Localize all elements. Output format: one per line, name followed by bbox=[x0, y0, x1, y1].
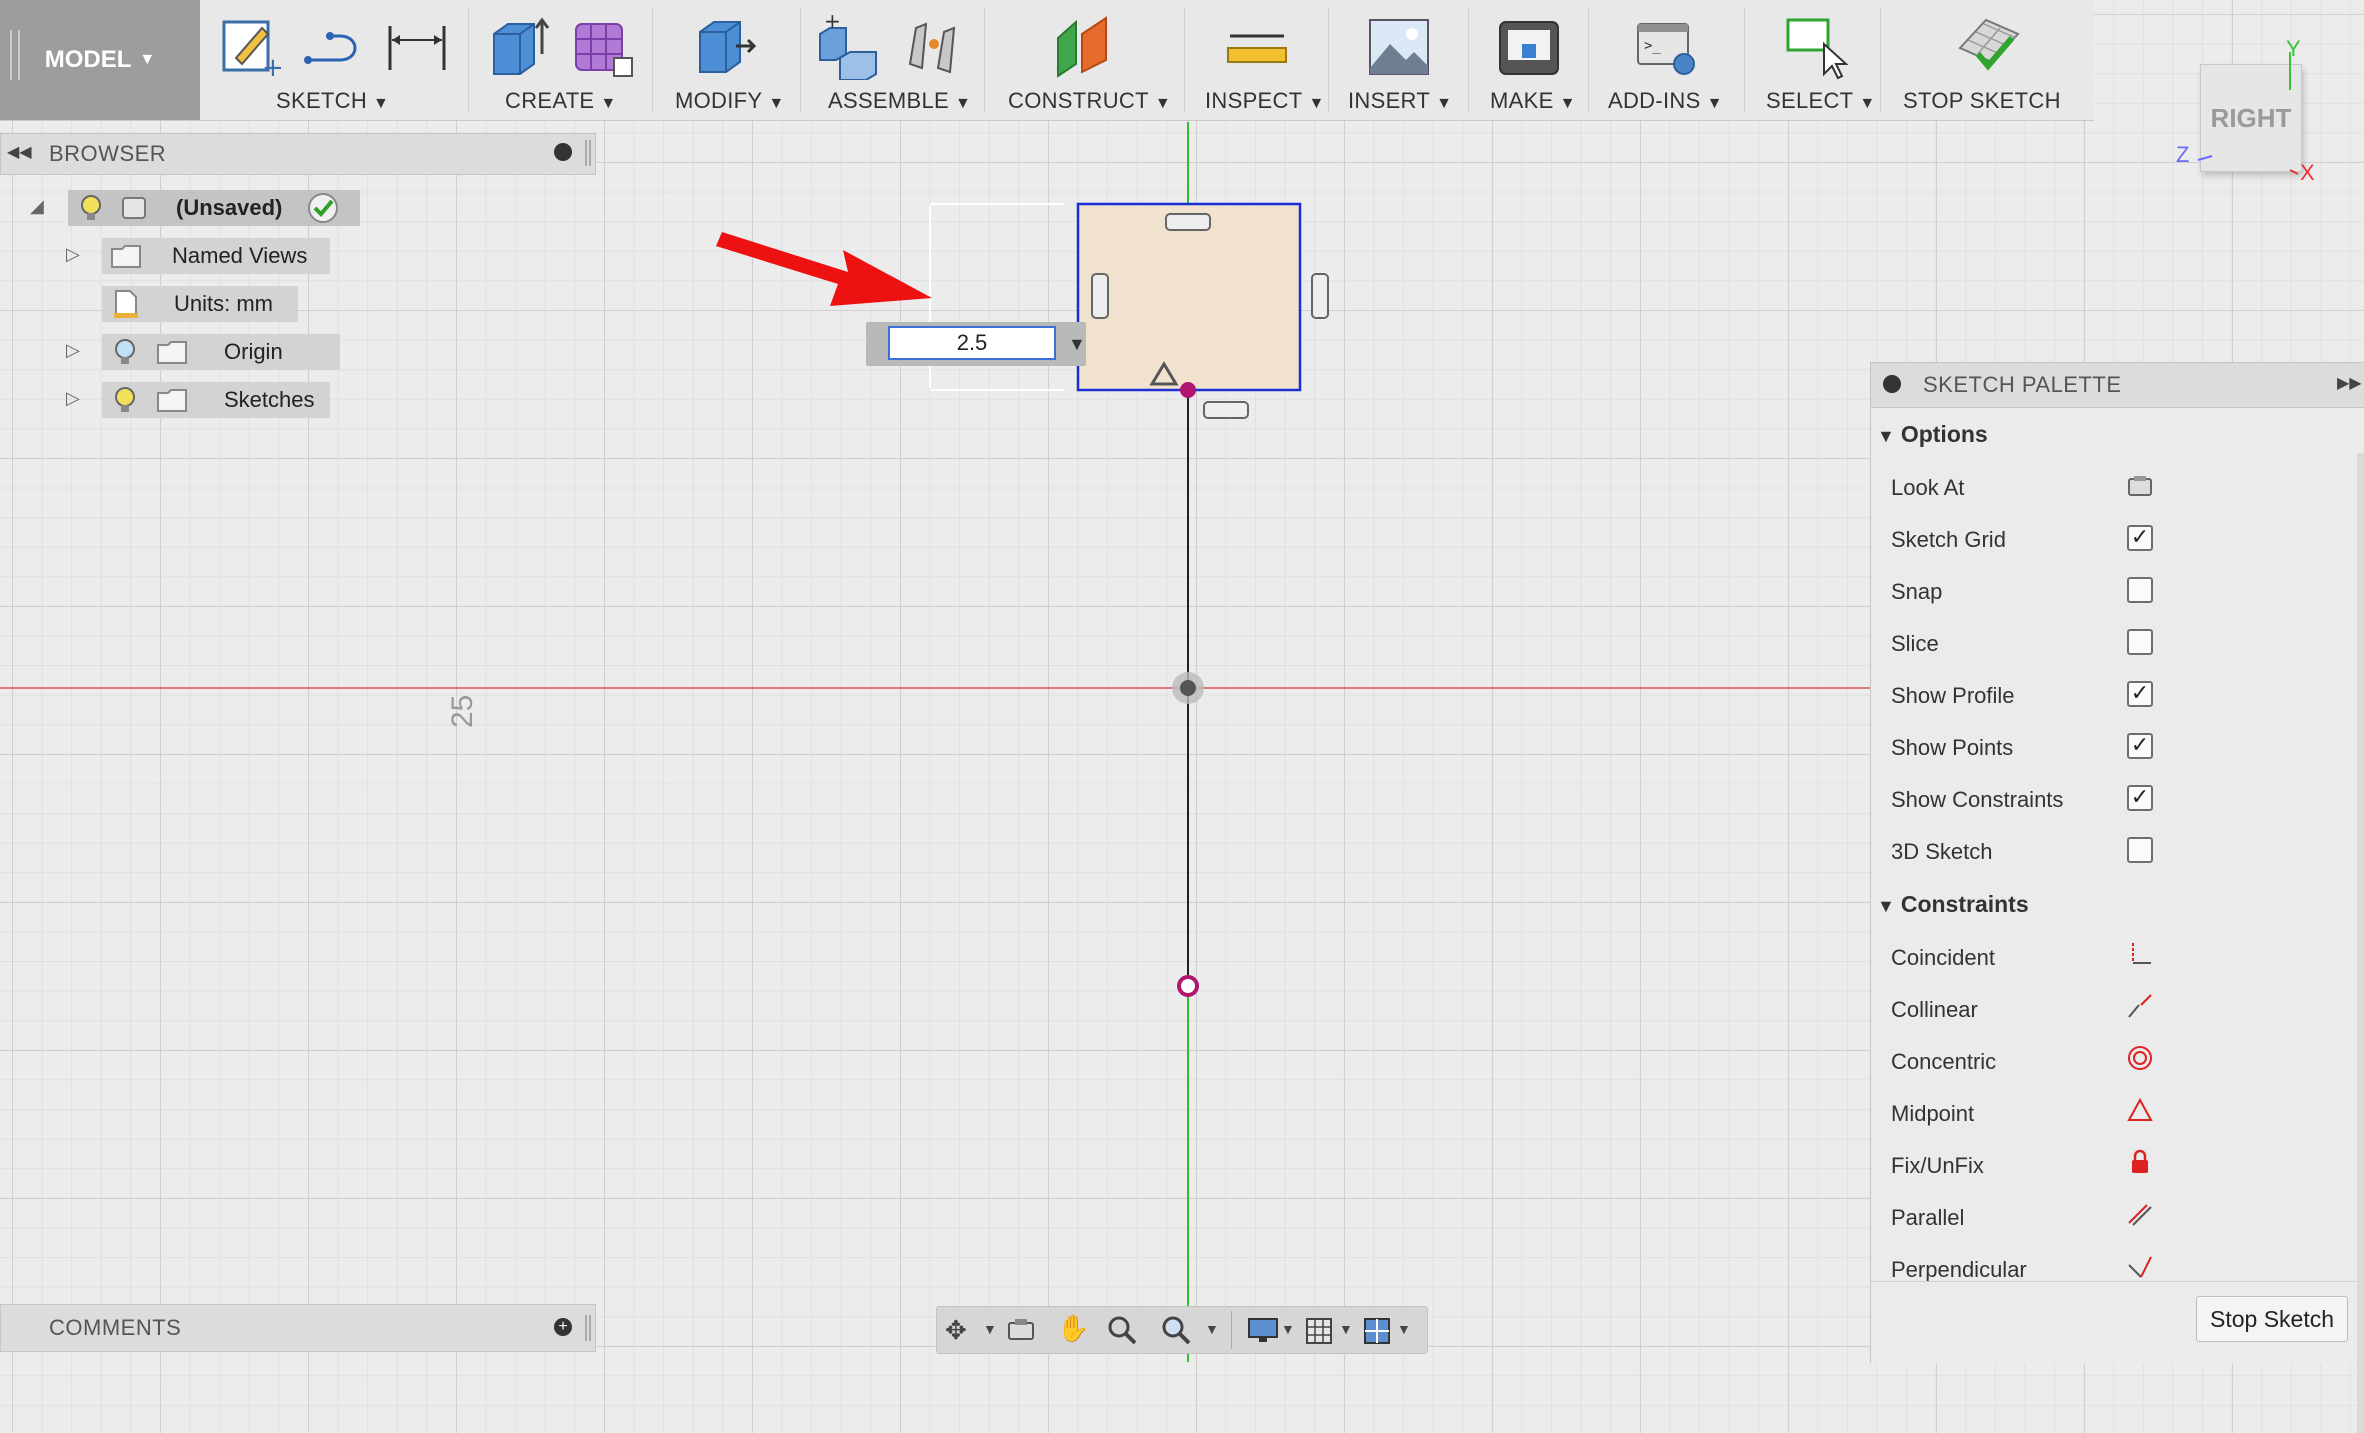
display-settings-icon[interactable] bbox=[1247, 1317, 1279, 1343]
add-comment-icon[interactable]: + bbox=[554, 1318, 572, 1336]
comments-title: COMMENTS bbox=[49, 1315, 182, 1340]
sketch-point[interactable] bbox=[1180, 382, 1196, 398]
option-show-points-label: Show Points bbox=[1891, 735, 2014, 760]
viewports-icon[interactable] bbox=[1363, 1317, 1391, 1345]
parallel-icon[interactable] bbox=[2127, 1201, 2153, 1227]
grid-settings-icon[interactable] bbox=[1305, 1317, 1333, 1345]
sketch-palette-header[interactable]: SKETCH PALETTE ▶▶ bbox=[1871, 363, 2364, 408]
show-profile-checkbox[interactable]: ✓ bbox=[2127, 681, 2153, 707]
viewports-dropdown-icon[interactable]: ▼ bbox=[1397, 1321, 1411, 1337]
collinear-icon[interactable] bbox=[2127, 993, 2153, 1019]
triangle-down-icon: ▼ bbox=[1877, 426, 1895, 446]
zoom-icon[interactable] bbox=[1107, 1315, 1137, 1345]
sketch-grid-checkbox[interactable]: ✓ bbox=[2127, 525, 2153, 551]
options-section-header[interactable]: ▼ Options bbox=[1877, 421, 1988, 448]
stop-sketch-palette-button[interactable]: Stop Sketch bbox=[2196, 1296, 2348, 1342]
look-at-icon[interactable] bbox=[2127, 473, 2153, 499]
sketch-profile-rectangle[interactable] bbox=[1076, 202, 1302, 392]
constraint-coincident-label: Coincident bbox=[1891, 945, 1995, 970]
panel-grip-icon[interactable] bbox=[585, 1315, 591, 1341]
horizontal-constraint-icon[interactable] bbox=[1165, 213, 1211, 231]
constraints-section-header[interactable]: ▼ Constraints bbox=[1877, 891, 2029, 918]
constraint-fix-unfix-label: Fix/UnFix bbox=[1891, 1153, 1984, 1178]
palette-options-icon[interactable] bbox=[1883, 375, 1901, 393]
constraint-collinear-label: Collinear bbox=[1891, 997, 1978, 1022]
coincident-icon[interactable] bbox=[2127, 941, 2153, 967]
horizontal-constraint-icon[interactable] bbox=[1203, 401, 1249, 419]
option-snap-label: Snap bbox=[1891, 579, 1943, 604]
sketch-point-open[interactable] bbox=[1177, 975, 1199, 997]
pan-hand-icon[interactable]: ✋ bbox=[1057, 1313, 1089, 1344]
dimension-value-input[interactable]: 2.5 bbox=[888, 326, 1056, 360]
vertical-constraint-icon[interactable] bbox=[1091, 273, 1109, 319]
show-points-checkbox[interactable]: ✓ bbox=[2127, 733, 2153, 759]
option-show-profile-label: Show Profile bbox=[1891, 683, 2015, 708]
comments-panel[interactable]: COMMENTS + bbox=[0, 1304, 596, 1352]
constraint-parallel-label: Parallel bbox=[1891, 1205, 1965, 1230]
3d-sketch-checkbox[interactable] bbox=[2127, 837, 2153, 863]
constraint-perpendicular-label: Perpendicular bbox=[1891, 1257, 2027, 1282]
constraint-concentric-label: Concentric bbox=[1891, 1049, 1997, 1074]
display-dropdown-icon[interactable]: ▼ bbox=[1281, 1321, 1295, 1337]
palette-scrollbar[interactable] bbox=[2357, 453, 2364, 1433]
triangle-down-icon: ▼ bbox=[1877, 896, 1895, 916]
snap-checkbox[interactable] bbox=[2127, 577, 2153, 603]
option-look-at-label: Look At bbox=[1891, 475, 1965, 500]
constraint-midpoint-label: Midpoint bbox=[1891, 1101, 1975, 1126]
palette-title: SKETCH PALETTE bbox=[1923, 372, 2122, 397]
vertical-constraint-icon[interactable] bbox=[1311, 273, 1329, 319]
concentric-icon[interactable] bbox=[2127, 1045, 2153, 1071]
lock-icon[interactable] bbox=[2127, 1149, 2153, 1175]
sketch-palette: SKETCH PALETTE ▶▶ ▼ Options Look At Sketc… bbox=[1870, 362, 2364, 1433]
zoom-window-icon[interactable] bbox=[1161, 1315, 1191, 1345]
slice-checkbox[interactable] bbox=[2127, 629, 2153, 655]
origin-point[interactable] bbox=[1180, 680, 1196, 696]
navigation-bar: ✥ ▼ ✋ ▼ ▼ ▼ ▼ bbox=[936, 1306, 1428, 1354]
look-at-icon[interactable] bbox=[1007, 1317, 1037, 1343]
option-slice-label: Slice bbox=[1891, 631, 1939, 656]
midpoint-icon[interactable] bbox=[2127, 1097, 2153, 1123]
option-sketch-grid-label: Sketch Grid bbox=[1891, 527, 2006, 552]
option-3d-sketch-label: 3D Sketch bbox=[1891, 839, 1993, 864]
expand-palette-icon[interactable]: ▶▶ bbox=[2337, 373, 2362, 393]
perpendicular-icon[interactable] bbox=[2127, 1253, 2153, 1279]
grid-dropdown-icon[interactable]: ▼ bbox=[1339, 1321, 1353, 1337]
option-show-constraints-label: Show Constraints bbox=[1891, 787, 2064, 812]
annotation-arrow bbox=[716, 232, 932, 306]
dimension-dropdown-icon[interactable]: ▼ bbox=[1068, 334, 1086, 355]
orbit-dropdown-icon[interactable]: ▼ bbox=[983, 1321, 997, 1337]
zoom-dropdown-icon[interactable]: ▼ bbox=[1205, 1321, 1219, 1337]
grid-scale-label: 25 bbox=[446, 694, 479, 728]
show-constraints-checkbox[interactable]: ✓ bbox=[2127, 785, 2153, 811]
orbit-icon[interactable]: ✥ bbox=[945, 1315, 967, 1346]
